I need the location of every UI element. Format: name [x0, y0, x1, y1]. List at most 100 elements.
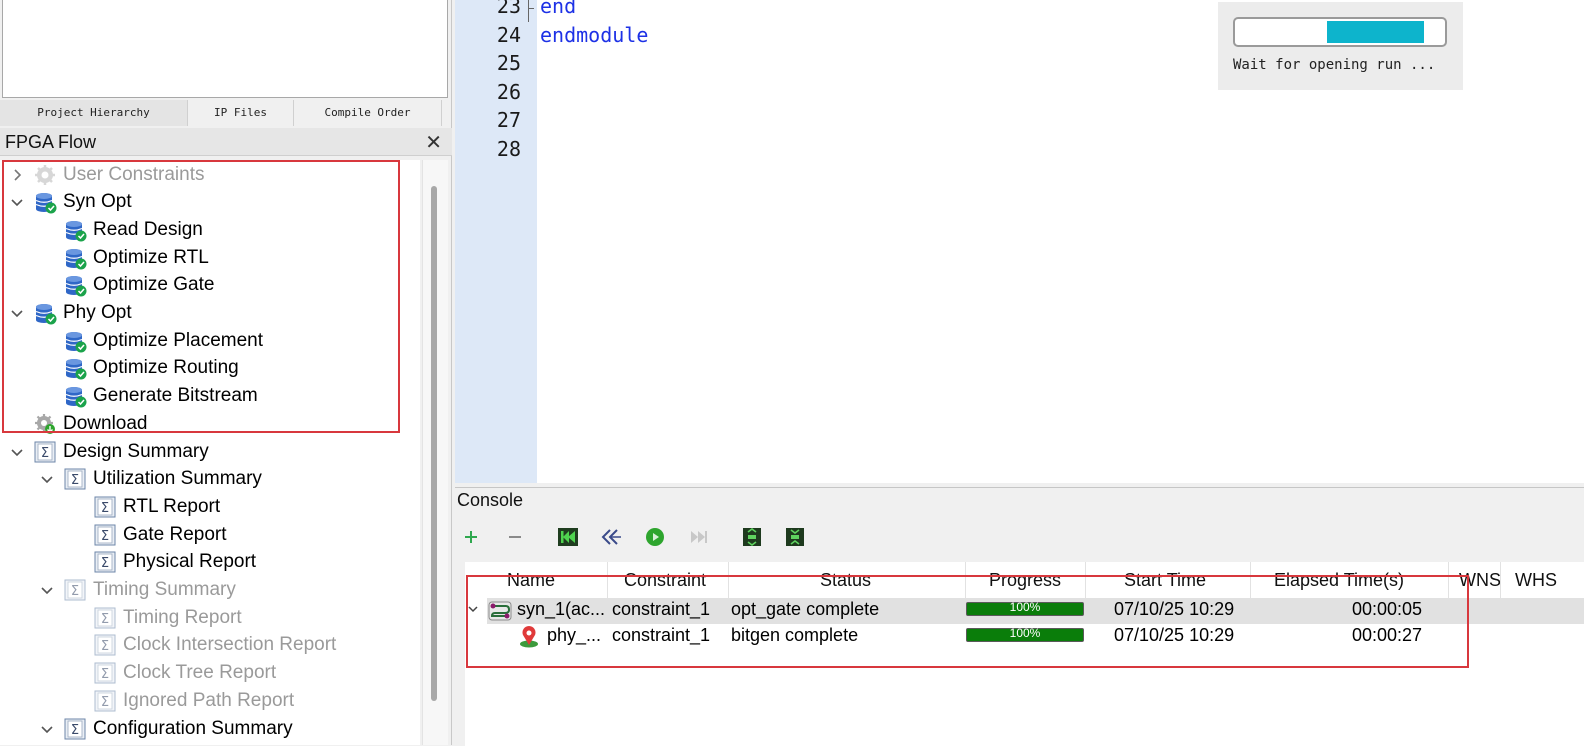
add-run-icon[interactable] — [458, 524, 484, 550]
close-icon[interactable]: ✕ — [425, 130, 442, 155]
tree-item-label: Download — [63, 412, 148, 434]
code-line[interactable]: endmodule — [540, 23, 648, 47]
run-progress-bar: 100% — [966, 626, 1084, 642]
run-name: phy_... — [547, 625, 602, 645]
tree-item-timing-report[interactable]: Σ Timing Report — [70, 604, 242, 631]
tree-item-design-summary[interactable]: Σ Design Summary — [10, 438, 209, 465]
code-line[interactable]: end — [540, 0, 576, 18]
chevron-down-icon[interactable] — [40, 722, 54, 736]
tree-item-clock-tree-report[interactable]: Σ Clock Tree Report — [70, 660, 276, 687]
tree-item-utilization-summary[interactable]: Σ Utilization Summary — [40, 466, 262, 493]
code-editor[interactable]: 23 24 25 26 27 28 end endmodule Wait for openi… — [455, 0, 1584, 483]
column-header-wns[interactable]: WNS — [1459, 570, 1501, 591]
chevron-down-icon[interactable] — [10, 445, 24, 459]
tree-scrollbar-thumb[interactable] — [431, 186, 437, 701]
tree-item-rtl-report[interactable]: Σ RTL Report — [70, 493, 220, 520]
column-header-name[interactable]: Name — [507, 570, 555, 591]
runs-table[interactable]: Name Constraint Status Progress Start Ti… — [465, 562, 1584, 746]
column-header-status[interactable]: Status — [820, 570, 871, 591]
project-hierarchy-view[interactable] — [2, 0, 448, 98]
sigma-report-icon: Σ — [94, 551, 116, 573]
run-row-syn[interactable]: syn_1(ac... constraint_1 opt_gate comple… — [468, 598, 1584, 624]
remove-run-icon[interactable] — [502, 524, 528, 550]
tree-item-label: Gate Report — [123, 523, 227, 545]
reset-run-icon[interactable] — [555, 524, 581, 550]
column-header-whs[interactable]: WHS — [1515, 570, 1557, 591]
tree-item-optimize-rtl[interactable]: Optimize RTL — [40, 244, 209, 271]
tree-item-label: Optimize Placement — [93, 329, 264, 351]
tree-item-timing-summary[interactable]: Σ Timing Summary — [40, 577, 236, 604]
tree-item-label: Read Design — [93, 218, 203, 240]
svg-text:Σ: Σ — [71, 584, 79, 599]
sigma-report-icon: Σ — [94, 607, 116, 629]
column-header-start-time[interactable]: Start Time — [1124, 570, 1206, 591]
tree-item-read-design[interactable]: Read Design — [40, 216, 203, 243]
collapse-all-icon[interactable] — [782, 524, 808, 550]
tab-compile-order[interactable]: Compile Order — [294, 100, 442, 126]
tree-item-label: User Constraints — [63, 163, 205, 185]
tab-project-hierarchy[interactable]: Project Hierarchy — [0, 100, 188, 126]
database-check-icon — [64, 247, 87, 270]
tree-item-optimize-routing[interactable]: Optimize Routing — [40, 355, 239, 382]
column-header-elapsed-time[interactable]: Elapsed Time(s) — [1274, 570, 1404, 591]
svg-text:Σ: Σ — [71, 723, 79, 738]
tree-item-optimize-gate[interactable]: Optimize Gate — [40, 272, 214, 299]
tree-item-ignored-path-report[interactable]: Σ Ignored Path Report — [70, 687, 294, 714]
tree-item-clock-intersection-report[interactable]: Σ Clock Intersection Report — [70, 632, 336, 659]
tree-item-label: Optimize Gate — [93, 274, 215, 296]
opening-progress-fill — [1327, 21, 1424, 43]
chevron-down-icon[interactable] — [10, 195, 24, 209]
chevron-down-icon[interactable] — [10, 306, 24, 320]
column-header-progress[interactable]: Progress — [989, 570, 1061, 591]
step-back-icon[interactable] — [598, 524, 624, 550]
chevron-right-icon[interactable] — [10, 168, 24, 182]
tree-item-optimize-placement[interactable]: Optimize Placement — [40, 327, 263, 354]
tree-item-generate-bitstream[interactable]: Generate Bitstream — [40, 383, 258, 410]
chevron-down-icon[interactable] — [467, 602, 479, 620]
console-title: Console — [457, 490, 524, 510]
launch-run-icon[interactable] — [642, 524, 668, 550]
line-number: 28 — [496, 137, 521, 161]
tree-item-phy-opt[interactable]: Phy Opt — [10, 300, 132, 327]
database-check-icon — [34, 302, 57, 325]
fold-marker-tick — [528, 8, 534, 9]
tree-item-label: Timing Summary — [93, 579, 236, 600]
svg-text:Σ: Σ — [71, 473, 79, 488]
tree-item-user-constraints[interactable]: User Constraints — [10, 161, 205, 188]
fold-marker[interactable] — [528, 0, 529, 22]
tab-ip-files[interactable]: IP Files — [188, 100, 294, 126]
skip-forward-icon[interactable] — [685, 524, 711, 550]
run-constraint: constraint_1 — [612, 599, 711, 619]
run-elapsed-time: 00:00:27 — [1352, 625, 1423, 645]
tree-item-label: Ignored Path Report — [123, 689, 295, 711]
svg-text:Σ: Σ — [101, 556, 109, 571]
opening-progress-bar — [1233, 17, 1447, 47]
run-constraint: constraint_1 — [612, 625, 711, 645]
fpga-flow-tree[interactable]: User Constraints Syn Opt Read Design Optimi… — [0, 160, 420, 745]
tree-item-configuration-summary[interactable]: Σ Configuration Summary — [40, 715, 293, 742]
tree-item-download[interactable]: Download — [10, 410, 148, 437]
tree-item-label: Physical Report — [123, 551, 257, 573]
tree-item-syn-opt[interactable]: Syn Opt — [10, 189, 132, 216]
console-panel: Console Name Constraint Status Progress … — [455, 487, 1584, 746]
database-check-icon — [64, 274, 87, 297]
tree-item-label: Timing Report — [123, 606, 242, 628]
fpga-flow-title: FPGA Flow — [5, 132, 97, 152]
chevron-down-icon[interactable] — [40, 472, 54, 486]
expand-all-icon[interactable] — [739, 524, 765, 550]
tree-item-gate-report[interactable]: Σ Gate Report — [70, 521, 227, 548]
console-toolbar — [455, 518, 1584, 558]
run-progress-text: 100% — [1009, 626, 1041, 640]
sigma-report-icon: Σ — [64, 579, 86, 601]
tree-item-physical-report[interactable]: Σ Physical Report — [70, 549, 256, 576]
chevron-down-icon[interactable] — [40, 583, 54, 597]
column-header-constraint[interactable]: Constraint — [624, 570, 706, 591]
run-row-phy[interactable]: phy_... constraint_1 bitgen complete 100… — [487, 624, 1584, 650]
